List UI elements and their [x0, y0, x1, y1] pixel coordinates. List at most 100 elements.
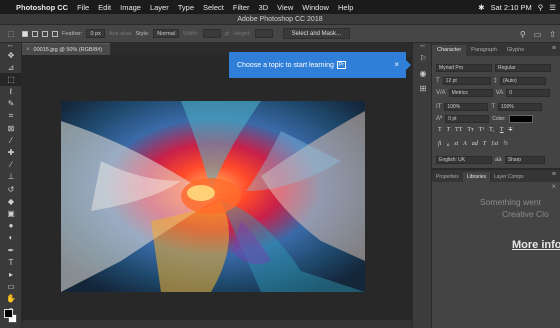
menu-help[interactable]: Help	[338, 3, 353, 12]
panel-collapse-icon[interactable]: ◂◂	[413, 43, 431, 49]
marquee-tool-icon[interactable]: ⬚	[0, 73, 22, 86]
history-brush-tool-icon[interactable]: ↺	[0, 183, 22, 195]
menu-image[interactable]: Image	[120, 3, 141, 12]
tab-libraries[interactable]: Libraries	[462, 172, 490, 182]
underline-button[interactable]: T	[500, 127, 504, 133]
style-select[interactable]: Normal	[153, 29, 180, 38]
eraser-tool-icon[interactable]: ◆	[0, 195, 22, 207]
tab-paragraph[interactable]: Paragraph	[466, 45, 502, 56]
menu-file[interactable]: File	[77, 3, 89, 12]
document-image[interactable]	[61, 101, 365, 292]
menu-select[interactable]: Select	[203, 3, 224, 12]
brush-panel-icon[interactable]: ◉	[413, 67, 433, 79]
libraries-close-icon[interactable]: ×	[551, 182, 556, 191]
move-tool-icon[interactable]: ✥	[0, 49, 22, 61]
superscript-button[interactable]: T¹	[479, 127, 484, 133]
healing-brush-tool-icon[interactable]: ✚	[0, 147, 22, 159]
panel-menu-icon[interactable]: ≡	[552, 45, 556, 52]
old-style-button[interactable]: ℴ	[446, 141, 449, 148]
font-size-select[interactable]: 12 pt	[442, 77, 491, 85]
search-icon[interactable]: ⚲	[520, 30, 526, 39]
swash-button[interactable]: A	[463, 141, 467, 148]
menu-list-icon[interactable]: ☰	[549, 3, 556, 12]
small-caps-button[interactable]: Tт	[467, 127, 473, 133]
more-info-link[interactable]: More info	[512, 239, 560, 251]
dodge-tool-icon[interactable]: ◐	[0, 232, 22, 244]
menu-view[interactable]: View	[277, 3, 293, 12]
faux-italic-button[interactable]: T	[447, 127, 450, 133]
discretionary-ligatures-button[interactable]: st	[454, 141, 458, 148]
pen-tool-icon[interactable]: ✒	[0, 244, 22, 256]
tab-glyphs[interactable]: Glyphs	[502, 45, 529, 56]
close-document-icon[interactable]: ×	[26, 47, 30, 53]
eyedropper-tool-icon[interactable]: ⁄	[0, 134, 22, 146]
share-icon[interactable]: ⇧	[549, 30, 556, 39]
height-input[interactable]	[254, 29, 273, 38]
marquee-tool-preset-icon[interactable]: ⬚	[4, 29, 18, 39]
stylistic-alternates-button[interactable]: ad	[472, 141, 478, 148]
bluetooth-icon[interactable]: ✱	[478, 3, 484, 12]
menu-filter[interactable]: Filter	[233, 3, 250, 12]
text-color-swatch[interactable]	[508, 115, 533, 123]
swap-dimensions-icon[interactable]: ⇄	[225, 31, 230, 37]
subscript-button[interactable]: T₁	[489, 127, 495, 133]
width-input[interactable]	[202, 29, 221, 38]
workspace-icon[interactable]: ▭	[534, 30, 542, 39]
menu-edit[interactable]: Edit	[98, 3, 111, 12]
adjustments-panel-icon[interactable]: ⊞	[413, 82, 433, 94]
brush-tool-icon[interactable]: ∕	[0, 159, 22, 171]
select-and-mask-button[interactable]: Select and Mask...	[282, 28, 351, 39]
menu-type[interactable]: Type	[178, 3, 194, 12]
frame-tool-icon[interactable]: ⊠	[0, 122, 22, 134]
lower-panel-menu-icon[interactable]: ≡	[552, 171, 556, 178]
menu-window[interactable]: Window	[302, 3, 329, 12]
document-tab[interactable]: × 00015.jpg @ 50% (RGB/8#)	[22, 43, 110, 55]
faux-bold-button[interactable]: T	[438, 127, 442, 133]
new-selection-icon[interactable]	[22, 30, 28, 37]
hand-tool-icon[interactable]: ✋	[0, 293, 22, 305]
crop-tool-icon[interactable]: ⌗	[0, 110, 22, 122]
learn-panel-icon[interactable]: ⚐	[413, 52, 433, 64]
quick-select-tool-icon[interactable]: ✎	[0, 98, 22, 110]
baseline-shift-input[interactable]: 0 pt	[445, 115, 490, 123]
lasso-tool-icon[interactable]: ℓ	[0, 86, 22, 98]
ordinals-button[interactable]: 1st	[491, 141, 498, 148]
antialias-select[interactable]: Sharp	[504, 156, 545, 164]
learn-tooltip[interactable]: Choose a topic to start learning Pr ×	[229, 52, 411, 78]
gradient-tool-icon[interactable]: ▣	[0, 207, 22, 219]
clock[interactable]: Sat 2:10 PM	[490, 3, 531, 12]
ligatures-button[interactable]: fi	[438, 141, 441, 148]
path-selection-tool-icon[interactable]: ▸	[0, 268, 22, 280]
foreground-color-swatch[interactable]	[4, 309, 13, 318]
strikethrough-button[interactable]: T	[509, 127, 513, 133]
intersect-selection-icon[interactable]	[52, 30, 58, 37]
font-family-select[interactable]: Myriad Pro	[436, 64, 492, 72]
type-tool-icon[interactable]: T	[0, 256, 22, 268]
tab-character[interactable]: Character	[432, 45, 467, 56]
tracking-select[interactable]: 0	[506, 89, 551, 97]
tab-layer-comps[interactable]: Layer Comps	[490, 172, 528, 182]
fractions-button[interactable]: ½	[503, 141, 508, 148]
menu-app-name[interactable]: Photoshop CC	[16, 3, 68, 12]
titling-alternates-button[interactable]: T	[483, 141, 486, 148]
rectangle-tool-icon[interactable]: ▭	[0, 281, 22, 293]
font-style-select[interactable]: Regular	[495, 64, 551, 72]
anti-alias-checkbox[interactable]: Anti-alias	[109, 31, 132, 37]
feather-input[interactable]: 0 px	[86, 29, 105, 38]
vertical-scale-input[interactable]: 100%	[444, 103, 489, 111]
all-caps-button[interactable]: TT	[455, 127, 462, 133]
blur-tool-icon[interactable]: ●	[0, 220, 22, 232]
language-select[interactable]: English: UK	[436, 156, 492, 164]
kerning-select[interactable]: Metrics	[448, 89, 493, 97]
horizontal-scale-input[interactable]: 100%	[498, 103, 543, 111]
menu-3d[interactable]: 3D	[259, 3, 269, 12]
close-tooltip-icon[interactable]: ×	[394, 60, 399, 69]
leading-select[interactable]: (Auto)	[500, 77, 547, 85]
spotlight-search-icon[interactable]: ⚲	[538, 3, 544, 12]
menu-layer[interactable]: Layer	[150, 3, 169, 12]
artboard-tool-icon[interactable]: ⊿	[0, 61, 22, 73]
clone-stamp-tool-icon[interactable]: ⊥	[0, 171, 22, 183]
tab-properties[interactable]: Properties	[432, 172, 463, 182]
subtract-selection-icon[interactable]	[42, 30, 48, 37]
add-selection-icon[interactable]	[32, 30, 38, 37]
